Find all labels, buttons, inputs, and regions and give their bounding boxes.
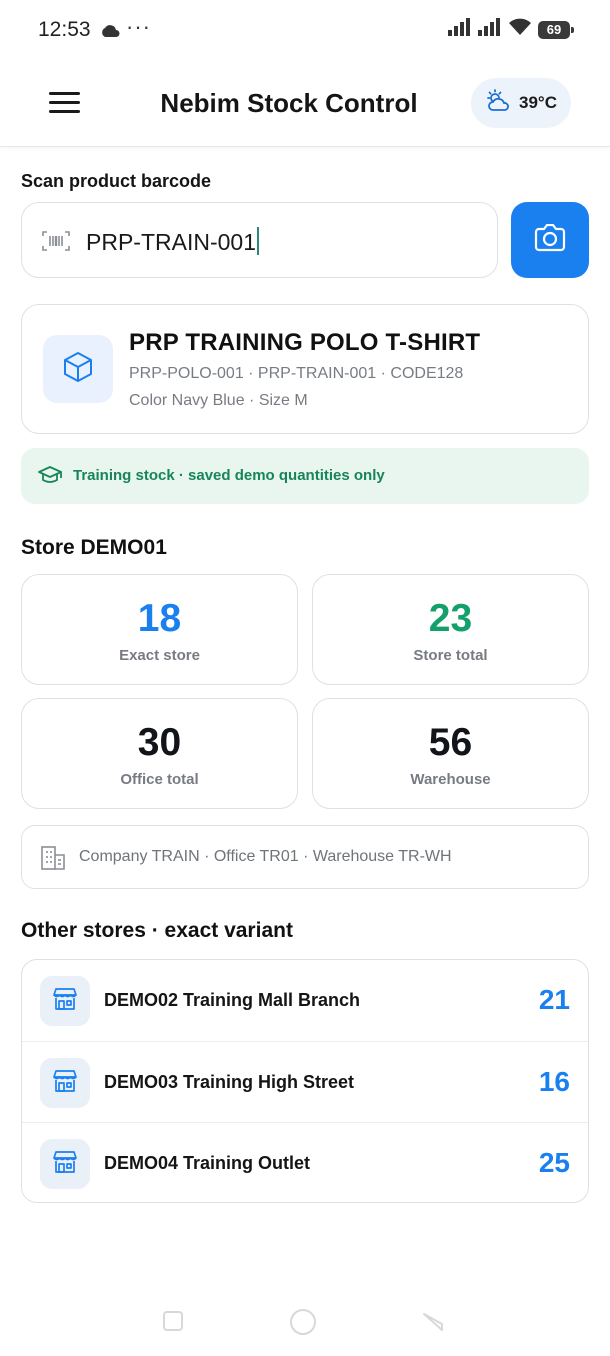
recent-apps-button[interactable] [162,1310,184,1337]
partly-cloudy-icon [485,88,513,118]
storefront-icon [52,1069,78,1098]
status-bar: 12:53 ··· 69 [0,0,610,62]
text-caret [256,227,259,255]
more-notifications-icon: ··· [126,14,151,39]
store-title: Store DEMO01 [21,536,167,559]
home-button[interactable] [288,1307,318,1342]
organization-info: Company TRAIN · Office TR01 · Warehouse … [21,825,589,889]
storefront-icon [52,987,78,1016]
app-bar: Nebim Stock Control 39°C [0,62,610,147]
weather-temperature: 39°C [519,93,557,112]
back-button[interactable] [422,1310,444,1339]
barcode-value: PRP-TRAIN-001 [86,227,259,256]
product-card[interactable]: PRP TRAINING POLO T-SHIRT PRP-POLO-001 ·… [21,304,589,434]
other-stores-title: Other stores · exact variant [21,919,293,942]
wifi-icon [508,18,532,41]
store-name: DEMO02 Training Mall Branch [104,990,361,1010]
building-icon [40,845,66,876]
scan-label: Scan product barcode [21,171,212,191]
stat-warehouse: 56 Warehouse [312,698,589,809]
box-icon [61,350,95,389]
stat-office-total: 30 Office total [21,698,298,809]
stat-label: Office total [120,771,199,788]
other-stores-list: DEMO02 Training Mall Branch 21 DEMO03 Tr… [21,959,589,1203]
signal-icon-2 [478,18,502,41]
camera-scan-button[interactable] [511,202,589,278]
signal-icon [448,18,472,41]
store-quantity: 21 [538,984,570,1015]
storefront-icon [52,1150,78,1179]
stat-value: 23 [428,597,473,640]
stat-label: Store total [413,647,488,664]
battery-icon: 69 [538,20,574,39]
weather-badge[interactable]: 39°C [471,78,571,128]
store-quantity: 25 [538,1147,570,1178]
product-name: PRP TRAINING POLO T-SHIRT [129,329,481,356]
system-navigation-bar [0,1290,610,1356]
notice-text: Training stock · saved demo quantities o… [73,467,385,484]
graduation-cap-icon [38,465,62,490]
store-row[interactable]: DEMO02 Training Mall Branch 21 [22,960,588,1041]
barcode-icon [42,231,70,256]
product-variant: Color Navy Blue · Size M [129,392,308,409]
stat-value: 30 [137,721,182,764]
product-icon-box [43,335,113,403]
stat-label: Warehouse [410,771,491,788]
training-notice: Training stock · saved demo quantities o… [21,448,589,504]
status-time: 12:53 [38,18,91,41]
store-name: DEMO03 Training High Street [104,1072,355,1092]
store-row[interactable]: DEMO03 Training High Street 16 [22,1041,588,1123]
stat-exact-store: 18 Exact store [21,574,298,685]
stat-label: Exact store [119,647,200,664]
stat-value: 18 [137,597,182,640]
organization-text: Company TRAIN · Office TR01 · Warehouse … [79,848,452,865]
camera-icon [533,223,567,257]
store-name: DEMO04 Training Outlet [104,1153,311,1173]
store-icon-box [40,1139,90,1189]
barcode-input[interactable]: PRP-TRAIN-001 [21,202,498,278]
store-icon-box [40,976,90,1026]
store-row[interactable]: DEMO04 Training Outlet 25 [22,1122,588,1202]
stat-store-total: 23 Store total [312,574,589,685]
stat-value: 56 [428,721,473,764]
store-quantity: 16 [538,1066,570,1097]
product-codes: PRP-POLO-001 · PRP-TRAIN-001 · CODE128 [129,365,464,382]
cloud-icon [100,24,120,42]
store-icon-box [40,1058,90,1108]
